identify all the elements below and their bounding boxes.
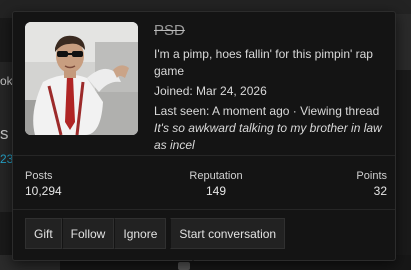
viewing-thread-title: It's so awkward talking to my brother in… — [154, 121, 382, 152]
joined-date: Joined: Mar 24, 2026 — [154, 84, 267, 98]
stat-reputation: Reputation 149 — [175, 170, 257, 198]
background-text-fragment: s — [0, 124, 9, 143]
ignore-button[interactable]: Ignore — [114, 218, 167, 249]
page-bottom-icon — [178, 262, 190, 270]
reputation-value: 149 — [205, 184, 227, 198]
gift-button[interactable]: Gift — [25, 218, 62, 249]
posts-label: Posts — [25, 170, 53, 182]
tooltip-pointer — [183, 252, 203, 261]
reputation-label: Reputation — [189, 170, 243, 182]
follow-button[interactable]: Follow — [61, 218, 115, 249]
points-value: 32 — [373, 184, 387, 198]
divider — [13, 209, 395, 210]
posts-value: 10,294 — [25, 184, 62, 198]
start-conversation-button[interactable]: Start conversation — [170, 218, 286, 249]
member-actions: Gift Follow Ignore Start conversation — [25, 218, 286, 249]
username-link[interactable]: PSD — [154, 22, 185, 39]
user-custom-title: I'm a pimp, hoes fallin' for this pimpin… — [154, 47, 373, 78]
stat-posts: Posts 10,294 — [25, 170, 62, 198]
last-seen-status: Last seen: A moment ago · Viewing thread… — [154, 103, 392, 154]
member-tooltip-card: PSD I'm a pimp, hoes fallin' for this pi… — [12, 11, 396, 261]
stat-points: Points 32 — [356, 170, 387, 198]
points-label: Points — [356, 170, 387, 182]
divider — [13, 155, 395, 156]
avatar-image — [25, 22, 138, 135]
last-seen-label: Last seen: A moment ago · Viewing thread — [154, 104, 380, 118]
avatar[interactable] — [25, 22, 138, 135]
